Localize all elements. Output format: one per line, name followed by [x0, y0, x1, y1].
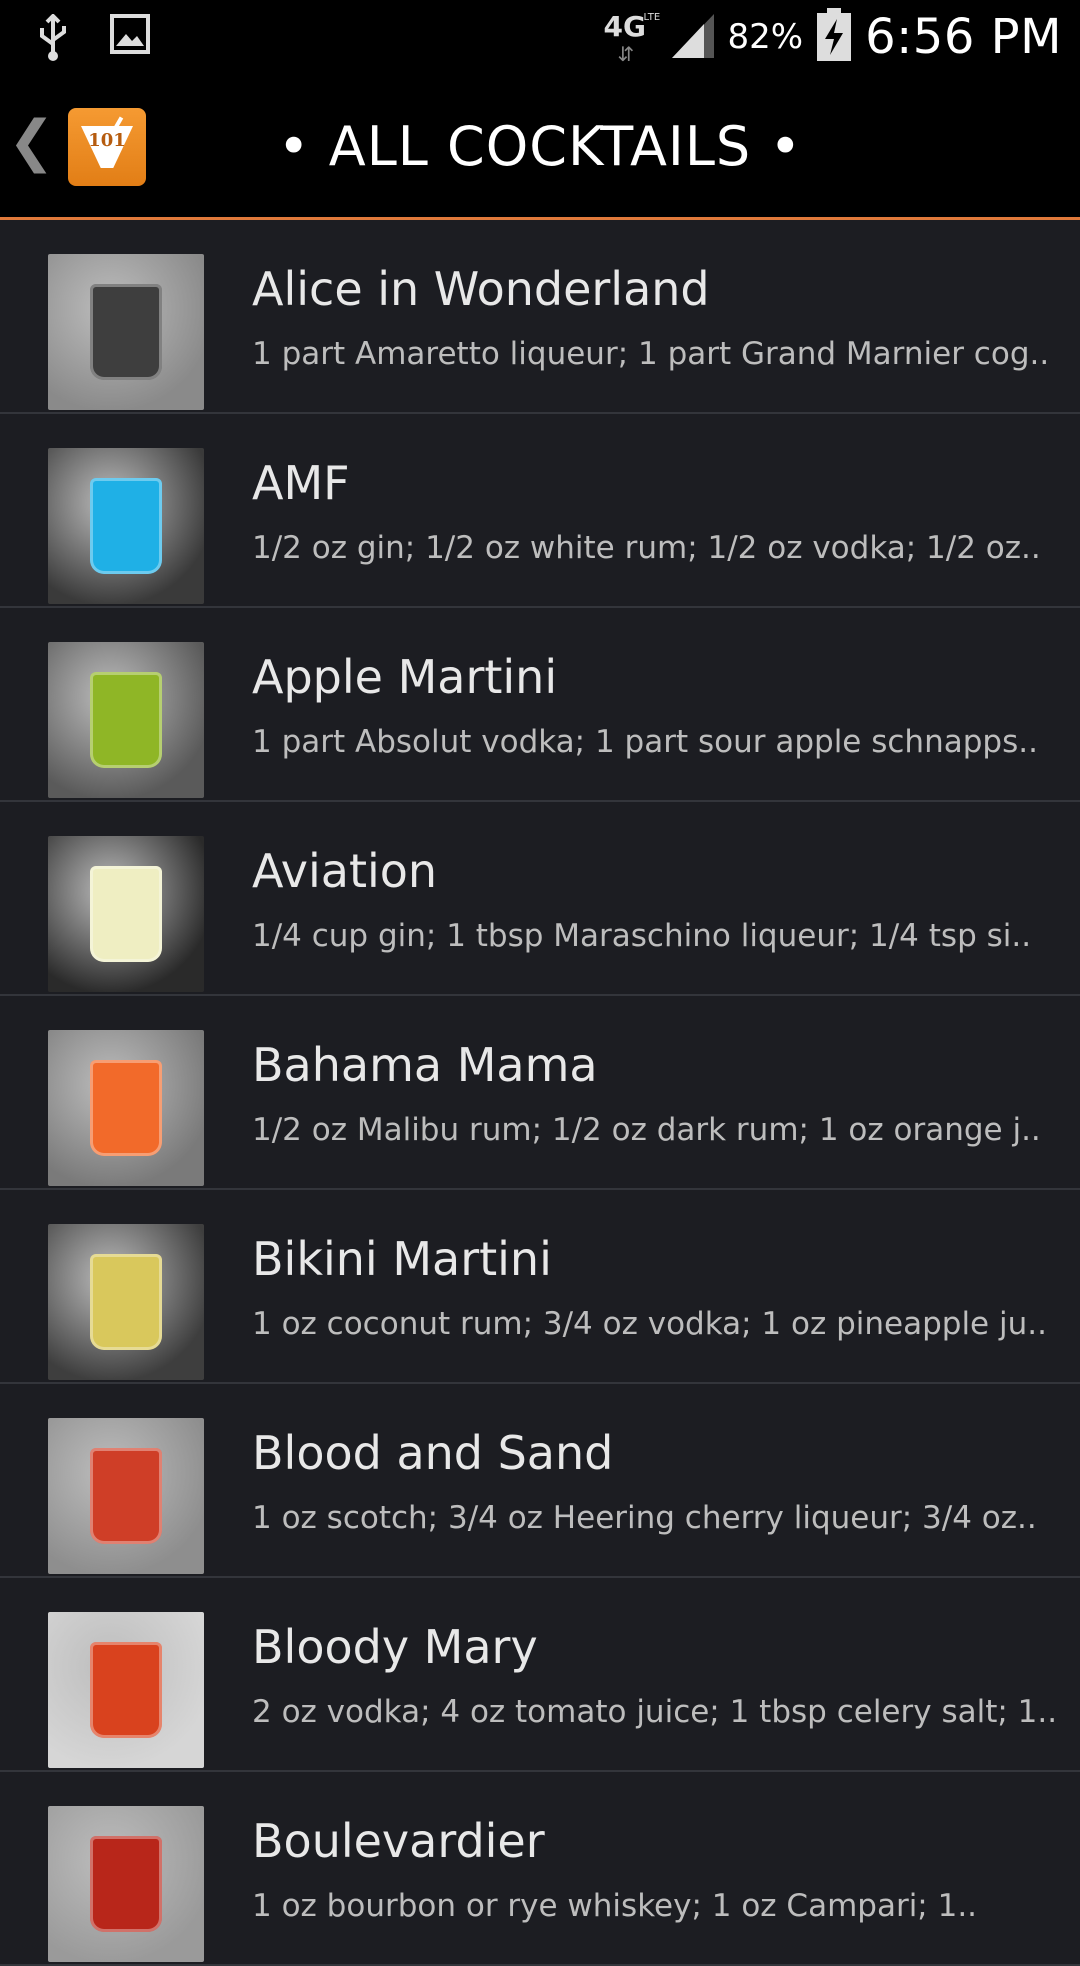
cocktail-name: Bloody Mary	[252, 1620, 538, 1674]
image-notification-icon	[110, 14, 150, 66]
signal-strength-icon	[670, 10, 716, 64]
cocktail-thumbnail	[48, 1806, 204, 1962]
usb-icon	[36, 13, 70, 66]
app-logo-icon[interactable]: 101	[68, 108, 146, 186]
cocktail-thumbnail	[48, 836, 204, 992]
cocktail-thumbnail	[48, 1418, 204, 1574]
back-chevron-icon[interactable]: ❮	[8, 114, 55, 170]
cocktail-row[interactable]: AMF 1/2 oz gin; 1/2 oz white rum; 1/2 oz …	[0, 414, 1080, 608]
cocktail-row[interactable]: Boulevardier 1 oz bourbon or rye whiskey;…	[0, 1772, 1080, 1966]
cocktail-name: Apple Martini	[252, 650, 558, 704]
action-bar: • ALL COCKTAILS • ❮ 101	[0, 74, 1080, 220]
page-title: • ALL COCKTAILS •	[277, 115, 803, 178]
cocktail-ingredients: 1 oz scotch; 3/4 oz Heering cherry lique…	[252, 1500, 1037, 1536]
drink-glass	[90, 1254, 162, 1350]
drink-glass	[90, 1642, 162, 1738]
cocktail-thumbnail	[48, 1224, 204, 1380]
cocktail-ingredients: 1 part Amaretto liqueur; 1 part Grand Ma…	[252, 336, 1050, 372]
cocktail-row[interactable]: Bikini Martini 1 oz coconut rum; 3/4 oz v…	[0, 1190, 1080, 1384]
battery-charging-icon	[815, 7, 853, 67]
cocktail-name: Bikini Martini	[252, 1232, 552, 1286]
cocktail-thumbnail	[48, 1612, 204, 1768]
cocktail-name: Blood and Sand	[252, 1426, 614, 1480]
cocktail-ingredients: 1/4 cup gin; 1 tbsp Maraschino liqueur; …	[252, 918, 1032, 954]
cocktail-name: AMF	[252, 456, 350, 510]
drink-glass	[90, 866, 162, 962]
clock: 6:56 PM	[865, 9, 1062, 65]
cocktail-ingredients: 1/2 oz gin; 1/2 oz white rum; 1/2 oz vod…	[252, 530, 1041, 566]
drink-glass	[90, 1060, 162, 1156]
notification-icons	[36, 13, 150, 66]
drink-glass	[90, 478, 162, 574]
cocktail-ingredients: 1/2 oz Malibu rum; 1/2 oz dark rum; 1 oz…	[252, 1112, 1041, 1148]
cocktail-ingredients: 1 oz coconut rum; 3/4 oz vodka; 1 oz pin…	[252, 1306, 1047, 1342]
cocktail-thumbnail	[48, 448, 204, 604]
drink-glass	[90, 672, 162, 768]
cocktail-row[interactable]: Alice in Wonderland 1 part Amaretto lique…	[0, 220, 1080, 414]
cocktail-row[interactable]: Bahama Mama 1/2 oz Malibu rum; 1/2 oz dar…	[0, 996, 1080, 1190]
network-type-icon: 4G LTE ⇵	[603, 10, 661, 66]
cocktail-list: Alice in Wonderland 1 part Amaretto lique…	[0, 220, 1080, 1966]
cocktail-name: Aviation	[252, 844, 438, 898]
cocktail-name: Bahama Mama	[252, 1038, 598, 1092]
cocktail-name: Boulevardier	[252, 1814, 545, 1868]
cocktail-row[interactable]: Bloody Mary 2 oz vodka; 4 oz tomato juice…	[0, 1578, 1080, 1772]
cocktail-thumbnail	[48, 642, 204, 798]
cocktail-row[interactable]: Aviation 1/4 cup gin; 1 tbsp Maraschino l…	[0, 802, 1080, 996]
cocktail-thumbnail	[48, 254, 204, 410]
cocktail-row[interactable]: Apple Martini 1 part Absolut vodka; 1 par…	[0, 608, 1080, 802]
drink-glass	[90, 1836, 162, 1932]
cocktail-ingredients: 1 part Absolut vodka; 1 part sour apple …	[252, 724, 1038, 760]
cocktail-name: Alice in Wonderland	[252, 262, 710, 316]
battery-percent: 82%	[727, 17, 804, 57]
cocktail-row[interactable]: Blood and Sand 1 oz scotch; 3/4 oz Heerin…	[0, 1384, 1080, 1578]
cocktail-ingredients: 2 oz vodka; 4 oz tomato juice; 1 tbsp ce…	[252, 1694, 1058, 1730]
status-bar: 4G LTE ⇵ 82% 6:56 PM	[0, 0, 1080, 74]
cocktail-thumbnail	[48, 1030, 204, 1186]
cocktail-ingredients: 1 oz bourbon or rye whiskey; 1 oz Campar…	[252, 1888, 978, 1924]
drink-glass	[90, 1448, 162, 1544]
drink-glass	[90, 284, 162, 380]
